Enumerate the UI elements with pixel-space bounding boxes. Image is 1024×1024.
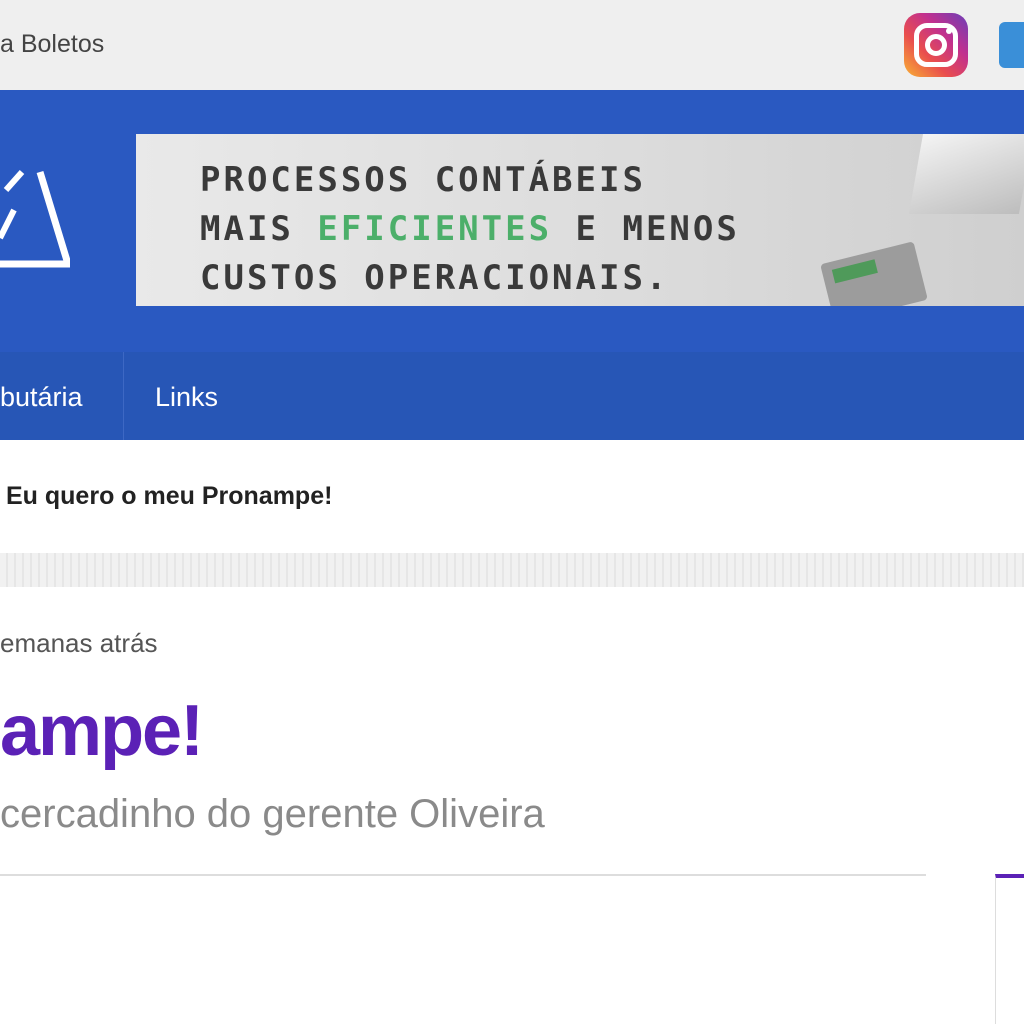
content-rule: [0, 874, 926, 876]
post-date: emanas atrás: [0, 628, 158, 658]
banner-highlight: EFICIENTES: [317, 209, 553, 249]
banner-line-2: MAIS EFICIENTES E MENOS: [200, 209, 740, 249]
banner-line-3: CUSTOS OPERACIONAIS.: [200, 258, 670, 298]
logo[interactable]: [0, 160, 70, 270]
sidebar-box: [995, 874, 1024, 1024]
instagram-icon[interactable]: [904, 13, 968, 77]
post-subtitle: cercadinho do gerente Oliveira: [0, 792, 545, 836]
main-nav: butária Links: [0, 352, 1024, 440]
divider: [0, 553, 1024, 587]
nav-item-tributaria[interactable]: butária: [0, 352, 124, 440]
top-bar: a Boletos: [0, 0, 1024, 90]
twitter-icon[interactable]: [999, 22, 1024, 68]
banner-text: PROCESSOS CONTÁBEIS MAIS EFICIENTES E ME…: [200, 156, 740, 303]
paper-decoration: [908, 134, 1024, 214]
post-title: ampe!: [0, 691, 204, 771]
banner-line-1: PROCESSOS CONTÁBEIS: [200, 160, 646, 200]
header-banner[interactable]: PROCESSOS CONTÁBEIS MAIS EFICIENTES E ME…: [136, 134, 1024, 306]
calculator-image: [820, 241, 928, 306]
boletos-link[interactable]: a Boletos: [0, 30, 104, 59]
nav-item-links[interactable]: Links: [155, 352, 218, 440]
breadcrumb[interactable]: Eu quero o meu Pronampe!: [6, 482, 332, 511]
